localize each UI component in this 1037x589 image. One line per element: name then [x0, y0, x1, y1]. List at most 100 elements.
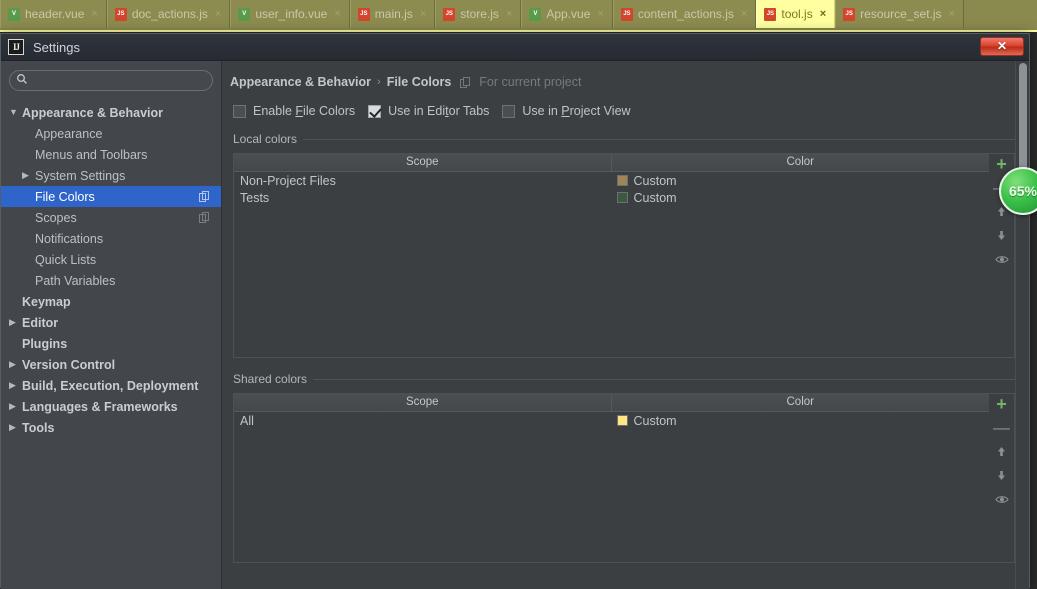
- breadcrumb-current: File Colors: [386, 75, 452, 89]
- sidebar-item-tools[interactable]: ▶ Tools: [1, 417, 221, 438]
- checkbox-checked-icon[interactable]: [368, 104, 382, 118]
- color-swatch: [616, 175, 628, 186]
- close-tab-icon[interactable]: ×: [741, 8, 747, 20]
- move-down-button[interactable]: [992, 467, 1012, 484]
- sidebar-item-system-settings[interactable]: ▶ System Settings: [1, 165, 221, 186]
- sidebar-item-build-execution-deployment[interactable]: ▶ Build, Execution, Deployment: [1, 375, 221, 396]
- table-row[interactable]: All Custom: [234, 412, 989, 429]
- color-label: Custom: [633, 413, 677, 428]
- sidebar-item-label: Appearance & Behavior: [22, 105, 164, 120]
- chevron-right-icon[interactable]: ▶: [22, 171, 35, 180]
- editor-tab-app-vue[interactable]: V App.vue ×: [521, 0, 613, 28]
- cell-scope: All: [240, 413, 254, 428]
- close-tab-icon[interactable]: ×: [820, 8, 826, 20]
- chevron-right-icon[interactable]: ▶: [9, 402, 22, 411]
- sidebar-item-keymap[interactable]: Keymap: [1, 291, 221, 312]
- editor-tab-user-info-vue[interactable]: Vuser_info.vue ×: [230, 0, 350, 28]
- sidebar-item-languages-frameworks[interactable]: ▶ Languages & Frameworks: [1, 396, 221, 417]
- sidebar-item-label: Menus and Toolbars: [35, 147, 148, 162]
- vue-file-icon: V: [238, 7, 251, 21]
- search-input[interactable]: [33, 73, 203, 88]
- checkbox-use-in-editor-tabs[interactable]: Use in Editor Tabs: [368, 104, 489, 118]
- checkbox-unchecked-icon[interactable]: [502, 104, 516, 118]
- editor-tab-header-vue[interactable]: Vheader.vue ×: [0, 0, 107, 28]
- dialog-body: ▼ Appearance & Behavior Appearance Menus an…: [1, 61, 1029, 589]
- chevron-right-icon[interactable]: ▶: [9, 318, 22, 327]
- editor-tab-doc-actions-js[interactable]: JS doc_actions.js ×: [106, 0, 231, 28]
- sidebar-item-plugins[interactable]: Plugins: [1, 333, 221, 354]
- sidebar-item-scopes[interactable]: Scopes: [1, 207, 221, 228]
- editor-tab-store-js[interactable]: JS store.js ×: [435, 0, 522, 28]
- sidebar-item-appearance[interactable]: Appearance: [1, 123, 221, 144]
- local-colors-header: Local colors: [228, 132, 1015, 146]
- sidebar-item-label: Scopes: [35, 210, 77, 225]
- checkbox-use-in-project-view[interactable]: Use in Project View: [502, 104, 631, 118]
- sidebar-item-editor[interactable]: ▶ Editor: [1, 312, 221, 333]
- chevron-right-icon[interactable]: ▶: [9, 423, 22, 432]
- sidebar-item-quick-lists[interactable]: Quick Lists: [1, 249, 221, 270]
- editor-tab-label: store.js: [460, 7, 499, 21]
- column-header-scope[interactable]: Scope: [234, 154, 612, 171]
- column-header-color[interactable]: Color: [612, 394, 990, 411]
- move-down-button[interactable]: [992, 227, 1012, 244]
- sidebar-item-version-control[interactable]: ▶ Version Control: [1, 354, 221, 375]
- close-button[interactable]: ✕: [980, 37, 1024, 56]
- editor-tab-content-actions-js[interactable]: JS content_actions.js ×: [612, 0, 757, 28]
- local-colors-table[interactable]: Scope Color Non-Project Files Custom Tests…: [233, 153, 989, 358]
- close-tab-icon[interactable]: ×: [91, 8, 97, 20]
- content-scrollbar[interactable]: [1015, 61, 1028, 589]
- close-tab-icon[interactable]: ×: [597, 8, 603, 20]
- add-button[interactable]: +: [992, 395, 1012, 413]
- js-file-icon: JS: [620, 7, 633, 21]
- table-row[interactable]: Tests Custom: [234, 189, 989, 206]
- share-eye-button[interactable]: [992, 251, 1012, 268]
- js-file-icon: JS: [443, 7, 456, 21]
- checkbox-unchecked-icon[interactable]: [233, 104, 246, 118]
- sidebar-item-label: Languages & Frameworks: [22, 399, 178, 414]
- table-row[interactable]: Non-Project Files Custom: [234, 172, 989, 189]
- chevron-right-icon[interactable]: ▶: [9, 360, 22, 369]
- editor-tab-main-js[interactable]: JS main.js ×: [349, 0, 436, 28]
- local-colors-rows: Non-Project Files Custom Tests Custom: [234, 172, 989, 206]
- shared-colors-table[interactable]: Scope Color All Custom: [233, 393, 989, 563]
- chevron-right-icon[interactable]: ▶: [9, 381, 22, 390]
- column-header-color[interactable]: Color: [612, 154, 990, 171]
- settings-dialog: IJ Settings ✕ ▼ Appearance & Behavior Appe…: [0, 33, 1030, 589]
- cell-color: Custom: [612, 414, 990, 428]
- chevron-down-icon[interactable]: ▼: [9, 108, 22, 117]
- editor-tab-tool-js[interactable]: JS tool.js ×: [756, 0, 836, 28]
- sidebar-item-path-variables[interactable]: Path Variables: [1, 270, 221, 291]
- breadcrumb-parent[interactable]: Appearance & Behavior: [230, 75, 371, 89]
- editor-tab-label: App.vue: [546, 7, 591, 21]
- editor-tab-label: resource_set.js: [860, 7, 942, 21]
- sidebar-item-label: Build, Execution, Deployment: [22, 378, 199, 393]
- shared-colors-toolbar: + —: [989, 393, 1015, 563]
- unshare-eye-button[interactable]: [992, 491, 1012, 508]
- sidebar-item-appearance-behavior[interactable]: ▼ Appearance & Behavior: [1, 102, 221, 123]
- copy-icon: [199, 212, 210, 223]
- search-icon: [16, 73, 28, 88]
- sidebar-item-file-colors[interactable]: File Colors: [1, 186, 221, 207]
- close-tab-icon[interactable]: ×: [215, 8, 221, 20]
- breadcrumb: Appearance & Behavior › File Colors For …: [228, 74, 1029, 90]
- sidebar-item-notifications[interactable]: Notifications: [1, 228, 221, 249]
- dialog-title-bar[interactable]: IJ Settings ✕: [1, 34, 1029, 61]
- checkbox-label: Use in Project View: [522, 104, 631, 118]
- sidebar-item-label: System Settings: [35, 168, 126, 183]
- editor-tab-bar: Vheader.vue × JS doc_actions.js × Vuser_info.…: [0, 0, 1037, 32]
- move-up-button[interactable]: [992, 443, 1012, 460]
- remove-button[interactable]: —: [992, 419, 1012, 436]
- local-colors-title: Local colors: [233, 132, 298, 146]
- close-tab-icon[interactable]: ×: [506, 8, 512, 20]
- close-tab-icon[interactable]: ×: [420, 8, 426, 20]
- column-header-scope[interactable]: Scope: [234, 394, 612, 411]
- add-button[interactable]: +: [992, 155, 1012, 173]
- editor-tab-resource-set-js[interactable]: JS resource_set.js ×: [835, 0, 964, 28]
- sidebar-item-label: Notifications: [35, 231, 104, 246]
- sidebar-item-menus-and-toolbars[interactable]: Menus and Toolbars: [1, 144, 221, 165]
- close-tab-icon[interactable]: ×: [334, 8, 340, 20]
- color-swatch: [616, 192, 628, 203]
- close-tab-icon[interactable]: ×: [949, 8, 955, 20]
- checkbox-enable-file-colors[interactable]: Enable File Colors: [233, 104, 355, 118]
- search-field[interactable]: [9, 70, 213, 91]
